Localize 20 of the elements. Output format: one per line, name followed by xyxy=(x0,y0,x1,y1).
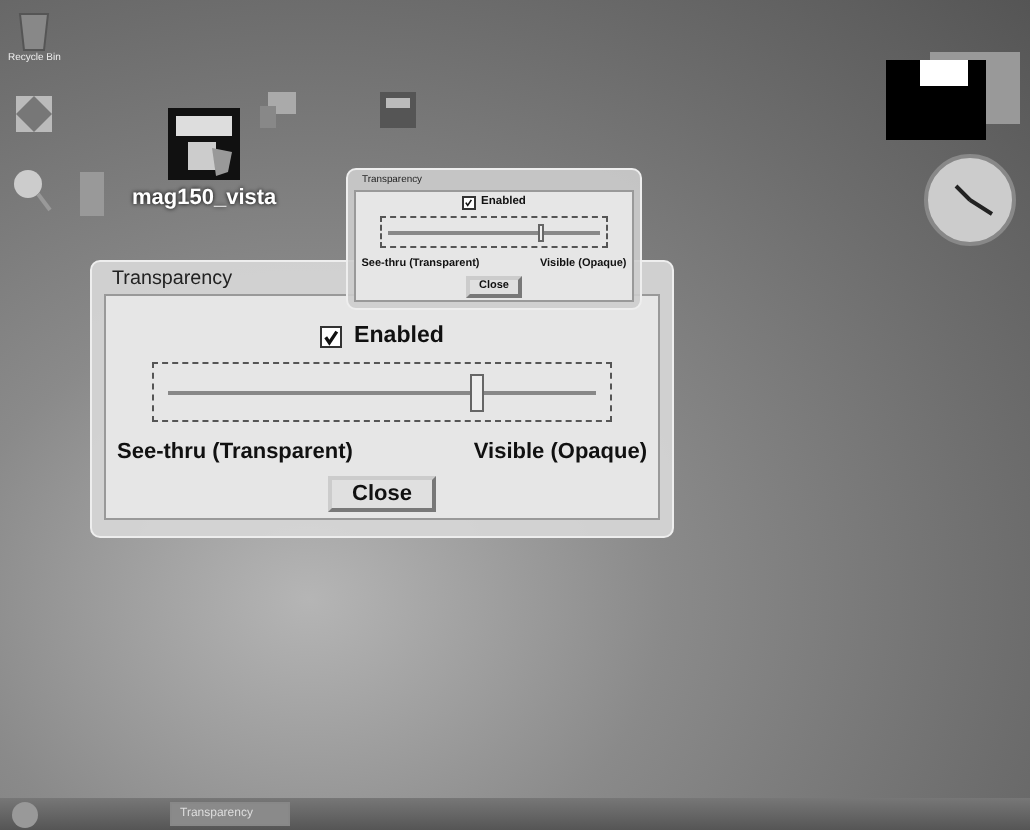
pattern-icon[interactable] xyxy=(16,96,52,132)
slider-track[interactable] xyxy=(387,223,601,242)
icon-label[interactable]: mag150_vista xyxy=(132,186,277,210)
start-button[interactable] xyxy=(12,801,38,827)
max-label: Visible (Opaque) xyxy=(473,440,647,465)
checkbox[interactable] xyxy=(320,325,343,348)
checkbox[interactable] xyxy=(462,196,476,210)
window-title: Transparency xyxy=(112,268,233,290)
enabled-checkbox[interactable]: Enabled xyxy=(320,324,444,349)
magnifier-icon[interactable] xyxy=(12,168,52,212)
trash-icon[interactable] xyxy=(16,8,53,52)
slider-thumb[interactable] xyxy=(537,223,545,242)
close-button[interactable]: Close xyxy=(328,475,436,512)
slider-thumb[interactable] xyxy=(469,373,483,412)
book-icon[interactable] xyxy=(76,172,108,216)
computer-icon[interactable] xyxy=(260,92,296,128)
app-icon[interactable] xyxy=(168,108,241,180)
clock-icon xyxy=(924,154,1016,246)
min-label: See-thru (Transparent) xyxy=(117,440,353,465)
note-block xyxy=(920,60,968,86)
